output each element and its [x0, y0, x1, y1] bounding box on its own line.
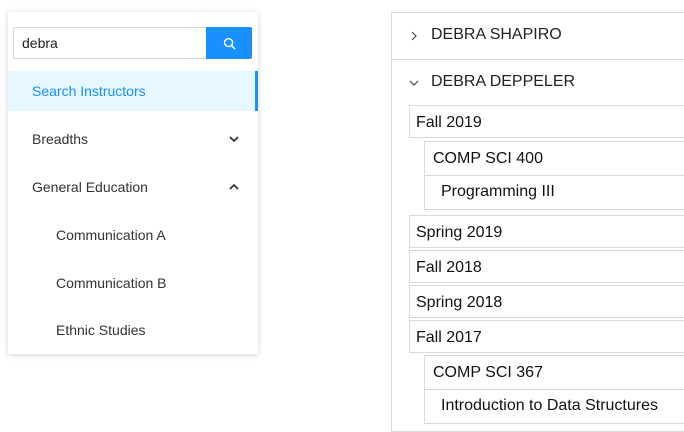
menu-item-label: Communication A [56, 227, 166, 243]
instructor-name: DEBRA DEPPELER [431, 73, 576, 90]
term-row-fall-2017[interactable]: Fall 2017 [409, 320, 684, 353]
term-row-fall-2018[interactable]: Fall 2018 [409, 250, 684, 283]
search-icon [223, 37, 235, 49]
submenu-item-communication-a[interactable]: Communication A [8, 215, 258, 255]
menu-item-label: Breadths [32, 131, 89, 147]
instructor-name: DEBRA SHAPIRO [431, 26, 562, 43]
term-label: Spring 2019 [416, 224, 503, 241]
term-row-spring-2018[interactable]: Spring 2018 [409, 285, 684, 318]
term-label: Fall 2017 [416, 329, 482, 346]
search-bar [13, 27, 252, 59]
course-card: COMP SCI 400 Programming III [424, 141, 684, 210]
term-row-fall-2019[interactable]: Fall 2019 [409, 105, 684, 138]
menu-item-label: Communication B [56, 275, 167, 291]
sidebar-menu: Search Instructors Breadths General Educ… [8, 12, 258, 354]
course-code[interactable]: COMP SCI 400 [425, 142, 684, 176]
term-label: Spring 2018 [416, 294, 503, 311]
submenu-item-communication-b[interactable]: Communication B [8, 263, 258, 303]
menu-item-label: Search Instructors [32, 83, 146, 99]
instructor-header-debra-deppeler[interactable]: DEBRA DEPPELER [392, 60, 684, 106]
course-code[interactable]: COMP SCI 367 [425, 356, 684, 390]
course-card: COMP SCI 367 Introduction to Data Struct… [424, 355, 684, 424]
menu-item-label: General Education [32, 179, 148, 195]
course-title: Programming III [441, 183, 555, 200]
chevron-up-icon [229, 184, 239, 190]
chevron-down-icon [229, 136, 239, 142]
menu-item-search-instructors[interactable]: Search Instructors [8, 71, 258, 111]
course-title: Introduction to Data Structures [441, 397, 658, 414]
instructor-header-debra-shapiro[interactable]: DEBRA SHAPIRO [392, 13, 684, 59]
term-row-spring-2019[interactable]: Spring 2019 [409, 215, 684, 248]
search-input[interactable] [13, 27, 206, 59]
chevron-right-icon [411, 31, 417, 41]
submenu-item-ethnic-studies[interactable]: Ethnic Studies [8, 310, 258, 350]
search-button[interactable] [206, 27, 252, 59]
menu-item-general-education[interactable]: General Education [8, 167, 258, 207]
term-label: Fall 2018 [416, 259, 482, 276]
menu-item-breadths[interactable]: Breadths [8, 119, 258, 159]
chevron-down-icon [409, 80, 419, 86]
term-label: Fall 2019 [416, 114, 482, 131]
menu-item-label: Ethnic Studies [56, 322, 146, 338]
